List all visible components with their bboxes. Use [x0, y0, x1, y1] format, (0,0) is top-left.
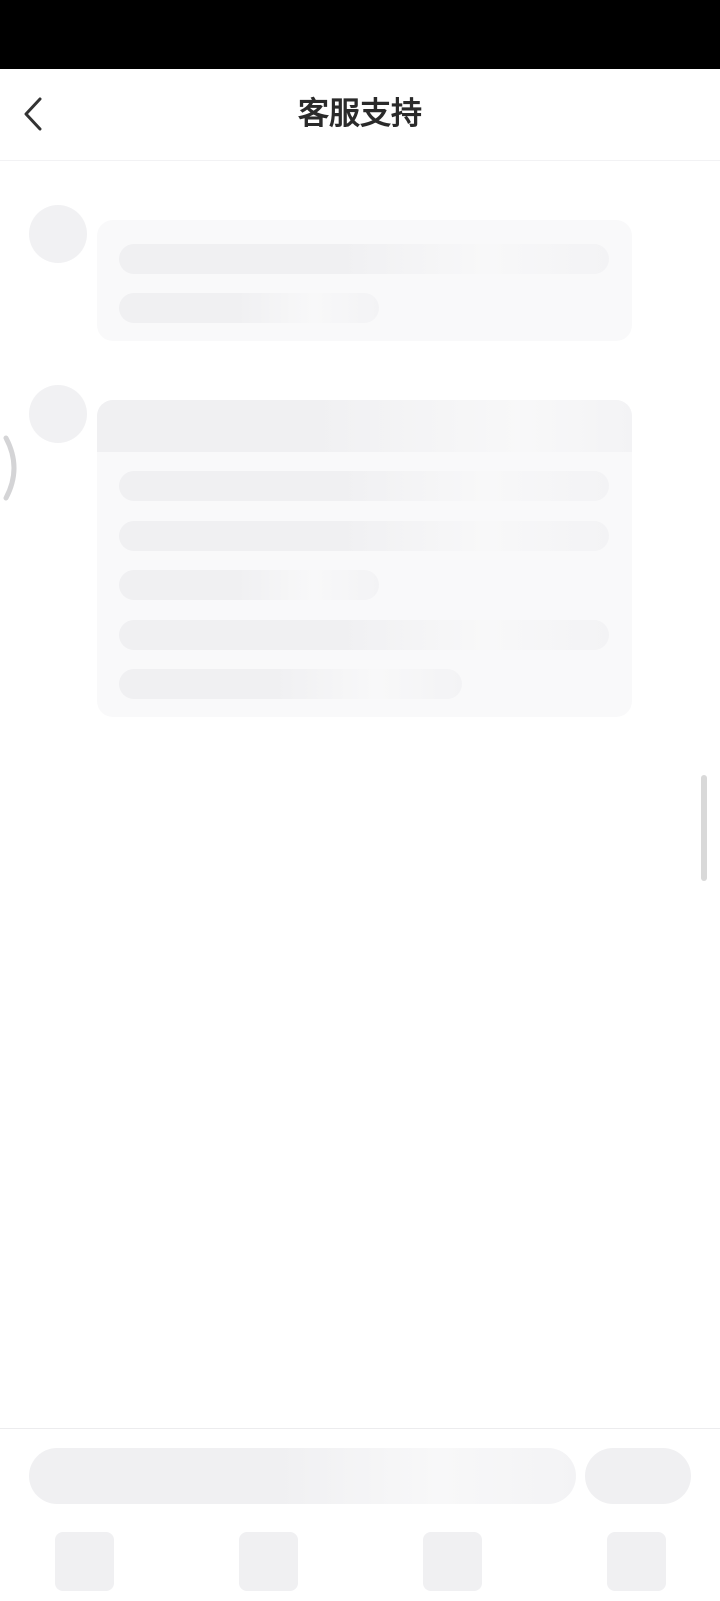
text-line-skeleton	[119, 293, 379, 323]
text-line-skeleton	[119, 471, 609, 501]
text-line-skeleton	[119, 620, 609, 650]
scrollbar[interactable]	[701, 775, 707, 881]
text-line-skeleton	[119, 521, 609, 551]
message-input-skeleton	[29, 1448, 576, 1504]
text-line-skeleton	[119, 244, 609, 274]
text-line-skeleton	[119, 570, 379, 600]
text-line-skeleton	[119, 669, 462, 699]
tool-button-skeleton	[423, 1532, 482, 1591]
page-title: 客服支持	[298, 96, 422, 132]
chevron-left-icon	[24, 97, 42, 131]
card-skeleton	[97, 400, 632, 717]
loading-arc-icon	[3, 435, 17, 501]
tool-button-skeleton	[55, 1532, 114, 1591]
message-skeleton	[97, 220, 632, 341]
back-button[interactable]	[10, 89, 60, 139]
header: 客服支持	[0, 69, 720, 161]
avatar-skeleton	[29, 385, 87, 443]
status-bar	[0, 0, 720, 69]
avatar-skeleton	[29, 205, 87, 263]
tool-button-skeleton	[607, 1532, 666, 1591]
send-button-skeleton	[585, 1448, 691, 1504]
card-header-skeleton	[97, 400, 632, 452]
bottom-bar	[0, 1428, 720, 1601]
tool-button-skeleton	[239, 1532, 298, 1591]
